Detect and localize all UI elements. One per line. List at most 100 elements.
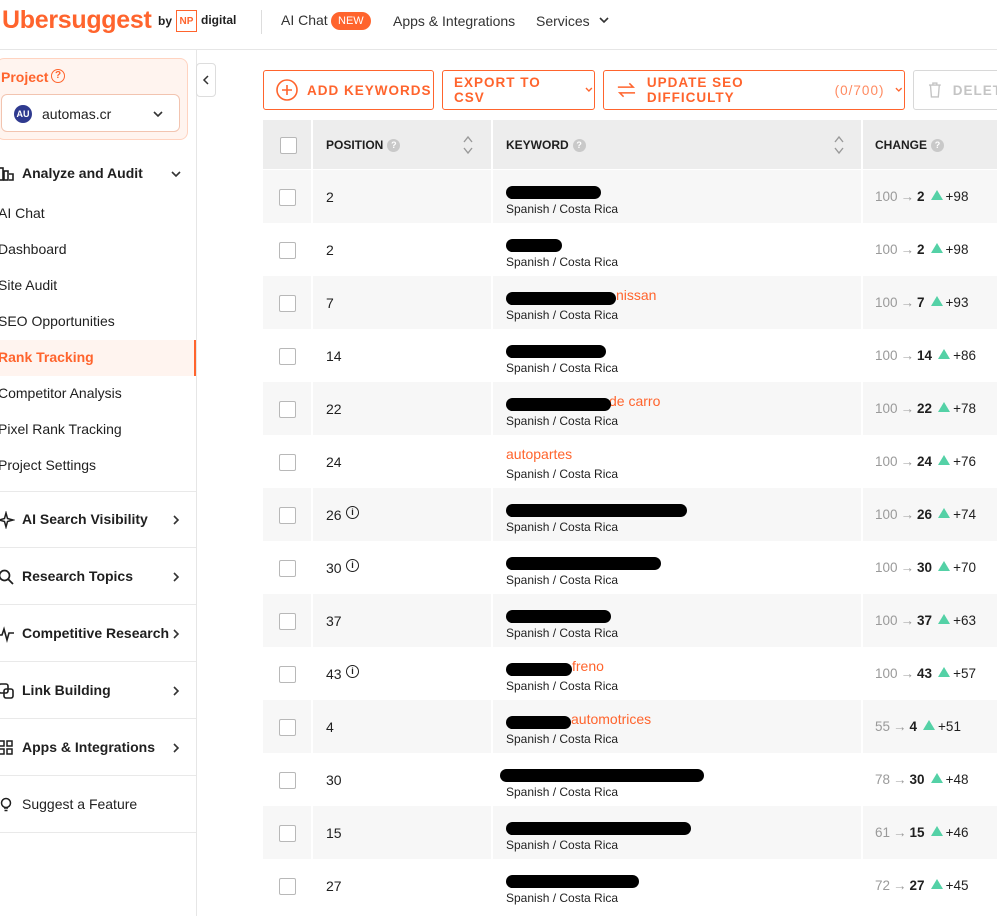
table-row[interactable]: 30 Spanish / Costa Rica 78 → 30 +48 xyxy=(263,753,997,806)
new-badge: NEW xyxy=(331,12,371,30)
row-checkbox[interactable] xyxy=(279,295,296,312)
keyword-link[interactable]: autopartes xyxy=(506,446,572,462)
row-checkbox[interactable] xyxy=(279,348,296,365)
redaction-mark xyxy=(506,663,572,676)
nav-services[interactable]: Services xyxy=(536,13,590,29)
change-from: 100 xyxy=(875,242,898,257)
sidebar-item-seo-opportunities[interactable]: SEO Opportunities xyxy=(0,304,196,340)
keyword-link[interactable]: freno xyxy=(572,658,604,674)
info-icon[interactable]: i xyxy=(346,506,359,519)
arrow-up-icon xyxy=(938,508,951,518)
nav-section-suggest-feature[interactable]: Suggest a Feature xyxy=(0,777,196,833)
row-checkbox[interactable] xyxy=(279,560,296,577)
table-row[interactable]: 27 Spanish / Costa Rica 72 → 27 +45 xyxy=(263,859,997,912)
table-row[interactable]: 24 autopartes Spanish / Costa Rica 100 → 24 +7… xyxy=(263,435,997,488)
table-row[interactable]: 37 Spanish / Costa Rica 100 → 37 +63 xyxy=(263,594,997,647)
nav-section-link-building[interactable]: Link Building xyxy=(0,663,196,719)
keyword-link[interactable]: nissan xyxy=(616,287,656,303)
column-header-position[interactable]: POSITION? xyxy=(326,120,401,169)
change-value: 61 → 15 +46 xyxy=(875,825,968,840)
table-row[interactable]: 2 Spanish / Costa Rica 100 → 2 +98 xyxy=(263,223,997,276)
nav-section-apps-integrations[interactable]: Apps & Integrations xyxy=(0,720,196,776)
column-header-keyword[interactable]: KEYWORD? xyxy=(506,120,586,169)
sidebar-item-competitor-analysis[interactable]: Competitor Analysis xyxy=(0,376,196,412)
sidebar-item-pixel-rank-tracking[interactable]: Pixel Rank Tracking xyxy=(0,412,196,448)
project-name: automas.cr xyxy=(42,106,112,122)
keyword-locale: Spanish / Costa Rica xyxy=(506,785,619,799)
table-row[interactable]: 43 i freno Spanish / Costa Rica 100 → 43 +57 xyxy=(263,647,997,700)
link-icon xyxy=(0,683,14,699)
select-all-checkbox[interactable] xyxy=(280,137,297,154)
nav-apps-integrations[interactable]: Apps & Integrations xyxy=(393,13,515,29)
sort-icon[interactable] xyxy=(463,134,473,156)
row-checkbox[interactable] xyxy=(279,507,296,524)
sidebar-item-site-audit[interactable]: Site Audit xyxy=(0,268,196,304)
chevron-right-icon xyxy=(173,686,180,696)
column-separator xyxy=(491,435,493,488)
position-value: 14 xyxy=(326,348,342,364)
row-checkbox[interactable] xyxy=(279,613,296,630)
row-checkbox[interactable] xyxy=(279,401,296,418)
add-keywords-button[interactable]: ADD KEYWORDS xyxy=(263,70,434,110)
row-checkbox[interactable] xyxy=(279,719,296,736)
row-checkbox[interactable] xyxy=(279,666,296,683)
change-value: 100 → 2 +98 xyxy=(875,242,968,257)
column-separator xyxy=(491,594,493,647)
sidebar-item-project-settings[interactable]: Project Settings xyxy=(0,448,196,484)
help-icon[interactable]: ? xyxy=(51,69,65,83)
info-icon[interactable]: i xyxy=(346,559,359,572)
table-row[interactable]: 14 Spanish / Costa Rica 100 → 14 +86 xyxy=(263,329,997,382)
info-icon[interactable]: i xyxy=(346,665,359,678)
row-checkbox[interactable] xyxy=(279,825,296,842)
row-checkbox[interactable] xyxy=(279,878,296,895)
change-delta: +98 xyxy=(945,242,969,257)
row-checkbox[interactable] xyxy=(279,454,296,471)
pulse-icon xyxy=(0,626,14,643)
sidebar-item-rank-tracking[interactable]: Rank Tracking xyxy=(0,340,196,376)
help-icon[interactable]: ? xyxy=(387,139,401,153)
sidebar-item-dashboard[interactable]: Dashboard xyxy=(0,232,196,268)
sidebar-item-ai-chat[interactable]: AI Chat xyxy=(0,196,196,232)
help-icon[interactable]: ? xyxy=(572,139,586,153)
change-value: 100 → 22 +78 xyxy=(875,401,976,416)
help-icon[interactable]: ? xyxy=(931,139,945,153)
change-to: 2 xyxy=(917,189,925,204)
logo[interactable]: Ubersuggest xyxy=(2,6,152,35)
change-from: 55 xyxy=(875,719,891,734)
change-to: 14 xyxy=(917,348,933,363)
nav-section-research-topics[interactable]: Research Topics xyxy=(0,549,196,605)
chevron-right-icon xyxy=(173,629,180,639)
table-row[interactable]: 26 i Spanish / Costa Rica 100 → 26 +74 xyxy=(263,488,997,541)
row-checkbox[interactable] xyxy=(279,189,296,206)
update-seo-difficulty-button[interactable]: UPDATE SEO DIFFICULTY (0/700) xyxy=(603,70,905,110)
nav-section-competitive-research[interactable]: Competitive Research xyxy=(0,606,196,662)
export-csv-button[interactable]: EXPORT TO CSV xyxy=(442,70,595,110)
table-row[interactable]: 7 nissan Spanish / Costa Rica 100 → 7 +93 xyxy=(263,276,997,329)
table-row[interactable]: 30 i Spanish / Costa Rica 100 → 30 +70 xyxy=(263,541,997,594)
keyword-link[interactable]: automotrices xyxy=(571,711,651,727)
np-digital-text: digital xyxy=(201,13,237,27)
table-row[interactable]: 4 automotrices Spanish / Costa Rica 55 → 4 +51 xyxy=(263,700,997,753)
button-label: DELETE xyxy=(952,82,997,98)
nav-section-analyze-audit[interactable]: Analyze and Audit xyxy=(0,146,196,202)
collapse-sidebar-button[interactable] xyxy=(196,63,216,97)
column-header-change[interactable]: CHANGE? xyxy=(875,120,945,169)
position-value: 4 xyxy=(326,719,334,735)
redaction-mark xyxy=(506,822,691,835)
chevron-down-icon[interactable] xyxy=(598,14,610,26)
change-delta: +98 xyxy=(945,189,969,204)
arrow-right-icon: → xyxy=(900,401,915,416)
column-separator xyxy=(311,276,313,329)
sort-icon[interactable] xyxy=(834,134,844,156)
table-row[interactable]: 22 de carro Spanish / Costa Rica 100 → 22 +78 xyxy=(263,382,997,435)
change-value: 100 → 24 +76 xyxy=(875,454,976,469)
nav-ai-chat[interactable]: AI Chat xyxy=(281,12,328,28)
row-checkbox[interactable] xyxy=(279,242,296,259)
nav-section-ai-search-visibility[interactable]: AI Search Visibility xyxy=(0,492,196,548)
delete-button[interactable]: DELETE xyxy=(913,70,997,110)
table-row[interactable]: 2 Spanish / Costa Rica 100 → 2 +98 xyxy=(263,170,997,223)
project-select[interactable]: AU automas.cr xyxy=(1,94,180,132)
keyword-link[interactable]: de carro xyxy=(609,393,660,409)
row-checkbox[interactable] xyxy=(279,772,296,789)
table-row[interactable]: 15 Spanish / Costa Rica 61 → 15 +46 xyxy=(263,806,997,859)
